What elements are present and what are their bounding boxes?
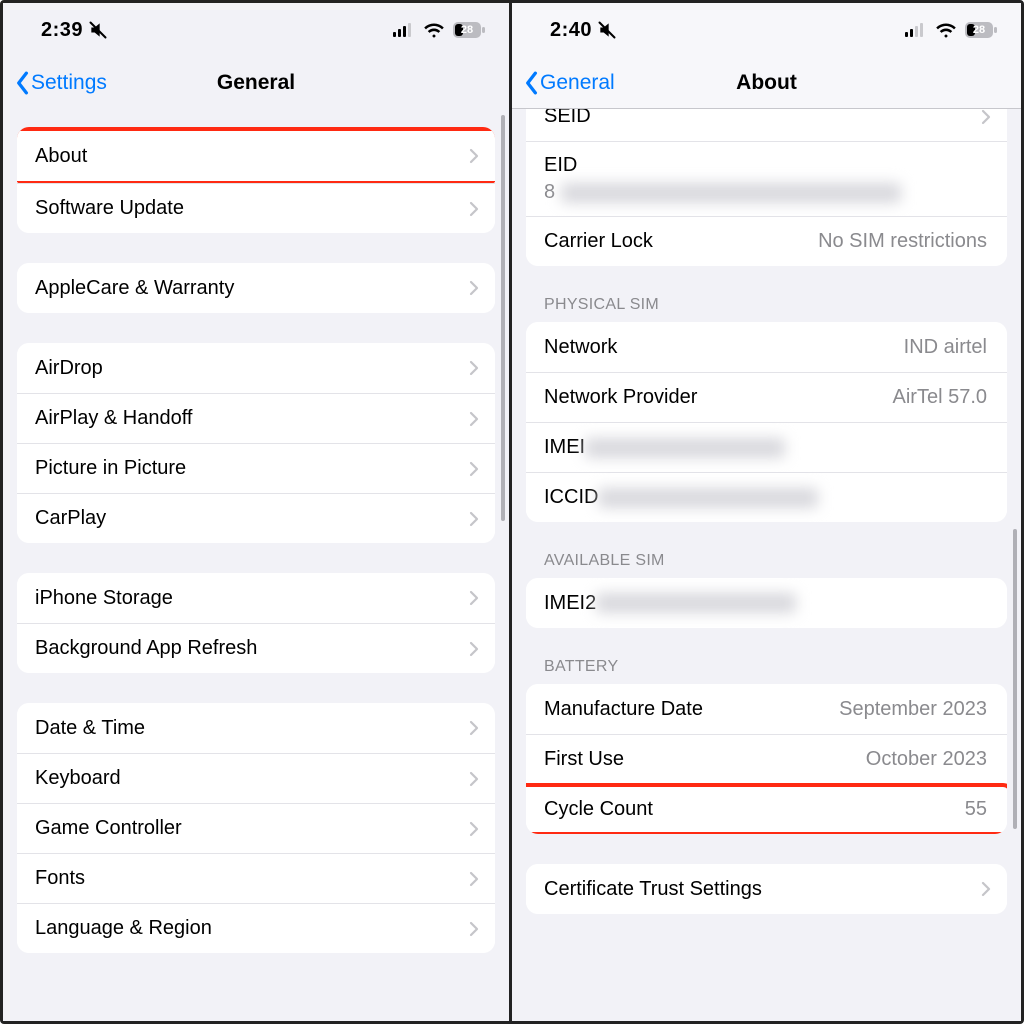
settings-group: About Software Update [17, 127, 495, 233]
redacted-value [598, 488, 818, 508]
chevron-right-icon [469, 461, 479, 477]
row-keyboard[interactable]: Keyboard [17, 753, 495, 803]
scrollbar[interactable] [1013, 529, 1017, 829]
row-software-update[interactable]: Software Update [17, 183, 495, 233]
chevron-right-icon [469, 280, 479, 296]
chevron-right-icon [981, 109, 991, 125]
chevron-right-icon [469, 871, 479, 887]
redacted-value [585, 438, 785, 458]
wifi-icon [935, 22, 957, 38]
chevron-right-icon [469, 201, 479, 217]
chevron-left-icon [524, 71, 538, 95]
settings-group: Certificate Trust Settings [526, 864, 1007, 914]
left-screenshot: 2:39 28 Settings [3, 3, 512, 1021]
row-first-use[interactable]: First UseOctober 2023 [526, 734, 1007, 784]
content-scroll[interactable]: About Software Update AppleCare & Warran… [3, 109, 509, 1021]
chevron-left-icon [15, 71, 29, 95]
chevron-right-icon [469, 720, 479, 736]
section-header: BATTERY [544, 658, 989, 676]
chevron-right-icon [469, 360, 479, 376]
settings-group: AirDrop AirPlay & Handoff Picture in Pic… [17, 343, 495, 543]
row-fonts[interactable]: Fonts [17, 853, 495, 903]
row-about[interactable]: About [17, 131, 495, 181]
row-eid[interactable]: EID 8 [526, 141, 1007, 216]
cellular-icon [393, 23, 415, 37]
chevron-right-icon [469, 590, 479, 606]
battery-icon: 28 [965, 22, 997, 38]
row-imei2[interactable]: IMEI2 [526, 578, 1007, 628]
status-time: 2:39 [41, 19, 83, 42]
back-button[interactable]: Settings [15, 71, 107, 95]
chevron-right-icon [469, 921, 479, 937]
back-label: Settings [31, 71, 107, 95]
row-imei[interactable]: IMEI [526, 422, 1007, 472]
chevron-right-icon [469, 821, 479, 837]
status-bar: 2:40 28 [512, 3, 1021, 57]
row-game-controller[interactable]: Game Controller [17, 803, 495, 853]
chevron-right-icon [981, 881, 991, 897]
nav-bar: Settings General [3, 57, 509, 109]
silent-icon [87, 20, 109, 40]
row-language-region[interactable]: Language & Region [17, 903, 495, 953]
highlighted-row-wrapper: About [17, 127, 495, 185]
row-airplay[interactable]: AirPlay & Handoff [17, 393, 495, 443]
wifi-icon [423, 22, 445, 38]
right-screenshot: 2:40 28 General About [512, 3, 1021, 1021]
scrollbar[interactable] [501, 115, 505, 521]
chevron-right-icon [469, 148, 479, 164]
row-carrier-lock[interactable]: Carrier Lock No SIM restrictions [526, 216, 1007, 266]
content-scroll[interactable]: SEID EID 8 Carrier Lock No SIM restricti… [512, 109, 1021, 1021]
back-button[interactable]: General [524, 71, 615, 95]
silent-icon [596, 20, 618, 40]
battery-icon: 28 [453, 22, 485, 38]
row-manufacture-date[interactable]: Manufacture DateSeptember 2023 [526, 684, 1007, 734]
settings-group: IMEI2 [526, 578, 1007, 628]
row-iccid[interactable]: ICCID [526, 472, 1007, 522]
settings-group: iPhone Storage Background App Refresh [17, 573, 495, 673]
redacted-value [561, 183, 901, 203]
row-cycle-count[interactable]: Cycle Count55 [526, 784, 1007, 834]
row-applecare[interactable]: AppleCare & Warranty [17, 263, 495, 313]
cellular-icon [905, 23, 927, 37]
back-label: General [540, 71, 615, 95]
row-airdrop[interactable]: AirDrop [17, 343, 495, 393]
row-pip[interactable]: Picture in Picture [17, 443, 495, 493]
row-seid[interactable]: SEID [526, 109, 1007, 141]
row-value: No SIM restrictions [653, 230, 987, 253]
settings-group: SEID EID 8 Carrier Lock No SIM restricti… [526, 109, 1007, 266]
row-storage[interactable]: iPhone Storage [17, 573, 495, 623]
dual-screenshot-composite: 2:39 28 Settings [0, 0, 1024, 1024]
status-time: 2:40 [550, 19, 592, 42]
settings-group: Date & Time Keyboard Game Controller Fon… [17, 703, 495, 953]
section-header: PHYSICAL SIM [544, 296, 989, 314]
chevron-right-icon [469, 771, 479, 787]
row-date-time[interactable]: Date & Time [17, 703, 495, 753]
row-network-provider[interactable]: Network ProviderAirTel 57.0 [526, 372, 1007, 422]
row-network[interactable]: NetworkIND airtel [526, 322, 1007, 372]
row-carplay[interactable]: CarPlay [17, 493, 495, 543]
chevron-right-icon [469, 641, 479, 657]
status-bar: 2:39 28 [3, 3, 509, 57]
chevron-right-icon [469, 511, 479, 527]
row-cert-trust[interactable]: Certificate Trust Settings [526, 864, 1007, 914]
settings-group: AppleCare & Warranty [17, 263, 495, 313]
settings-group: NetworkIND airtel Network ProviderAirTel… [526, 322, 1007, 522]
chevron-right-icon [469, 411, 479, 427]
nav-bar: General About [512, 57, 1021, 109]
section-header: AVAILABLE SIM [544, 552, 989, 570]
row-bg-refresh[interactable]: Background App Refresh [17, 623, 495, 673]
redacted-value [596, 593, 796, 613]
settings-group: Manufacture DateSeptember 2023 First Use… [526, 684, 1007, 834]
